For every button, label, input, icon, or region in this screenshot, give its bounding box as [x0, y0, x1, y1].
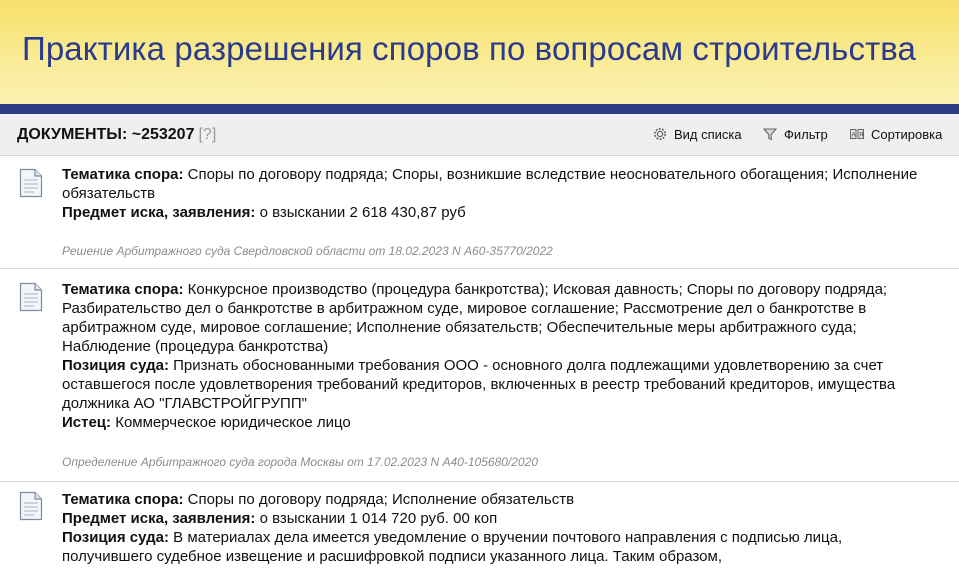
sort-label: Сортировка	[871, 126, 943, 142]
document-icon	[19, 282, 43, 312]
dispute-topic: Тематика спора: Споры по договору подряд…	[62, 165, 922, 203]
svg-text:A: A	[852, 133, 856, 139]
list-view-button[interactable]: Вид списка	[652, 126, 742, 142]
sort-icon: A Я	[850, 129, 864, 139]
dispute-topic: Тематика спора: Конкурсное производство …	[62, 280, 922, 356]
header-divider	[0, 104, 959, 114]
claim-subject: Предмет иска, заявления: о взыскании 1 0…	[62, 509, 922, 528]
field-value: о взыскании 2 618 430,87 руб	[259, 204, 466, 221]
dispute-topic: Тематика спора: Споры по договору подряд…	[62, 490, 922, 509]
funnel-icon	[762, 128, 778, 141]
field-value: Конкурсное производство (процедура банкр…	[62, 281, 888, 355]
field-label: Позиция суда:	[62, 529, 169, 546]
document-icon	[19, 491, 43, 521]
field-label: Предмет иска, заявления:	[62, 510, 256, 527]
svg-text:Я: Я	[859, 133, 863, 139]
document-source-link[interactable]: Решение Арбитражного суда Свердловской о…	[62, 244, 553, 258]
gear-icon	[654, 128, 666, 140]
documents-toolbar: ДОКУМЕНТЫ: ~253207 [?] Вид списка Фильтр …	[0, 114, 959, 156]
field-value: В материалах дела имеется уведомление о …	[62, 529, 843, 565]
document-source-link[interactable]: Определение Арбитражного суда города Мос…	[62, 455, 538, 469]
header-banner: Практика разрешения споров по вопросам с…	[0, 0, 959, 104]
document-details: Тематика спора: Конкурсное производство …	[62, 280, 922, 432]
document-details: Тематика спора: Споры по договору подряд…	[62, 165, 922, 222]
field-label: Позиция суда:	[62, 357, 169, 374]
field-label: Тематика спора:	[62, 491, 184, 508]
list-view-label: Вид списка	[674, 126, 742, 142]
court-position: Позиция суда: В материалах дела имеется …	[62, 528, 922, 566]
help-link[interactable]: [?]	[198, 126, 216, 143]
document-item[interactable]: Тематика спора: Споры по договору подряд…	[0, 483, 959, 573]
document-details: Тематика спора: Споры по договору подряд…	[62, 490, 922, 566]
field-value: Признать обоснованными требования ООО - …	[62, 357, 896, 412]
claim-subject: Предмет иска, заявления: о взыскании 2 6…	[62, 203, 922, 222]
filter-button[interactable]: Фильтр	[762, 126, 828, 142]
field-value: Споры по договору подряда; Исполнение об…	[187, 491, 575, 508]
document-item[interactable]: Тематика спора: Конкурсное производство …	[0, 270, 959, 482]
document-item[interactable]: Тематика спора: Споры по договору подряд…	[0, 156, 959, 269]
field-label: Предмет иска, заявления:	[62, 204, 256, 221]
field-label: Истец:	[62, 414, 112, 431]
documents-count: ДОКУМЕНТЫ: ~253207 [?]	[17, 126, 216, 144]
filter-label: Фильтр	[784, 126, 828, 142]
field-label: Тематика спора:	[62, 281, 184, 298]
sort-button[interactable]: A Я Сортировка	[849, 126, 942, 142]
field-label: Тематика спора:	[62, 166, 184, 183]
plaintiff: Истец: Коммерческое юридическое лицо	[62, 413, 922, 432]
document-icon	[19, 168, 43, 198]
documents-count-label: ДОКУМЕНТЫ: ~253207	[17, 126, 195, 143]
field-value: Споры по договору подряда; Споры, возник…	[62, 166, 918, 202]
field-value: Коммерческое юридическое лицо	[115, 414, 351, 431]
field-value: о взыскании 1 014 720 руб. 00 коп	[259, 510, 498, 527]
court-position: Позиция суда: Признать обоснованными тре…	[62, 356, 922, 413]
page-title: Практика разрешения споров по вопросам с…	[22, 30, 917, 67]
